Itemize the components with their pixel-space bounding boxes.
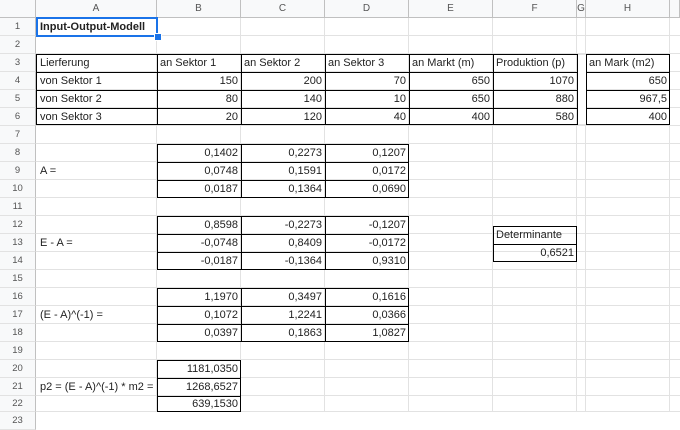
sector-value-e[interactable]: 650 <box>409 90 493 108</box>
matrix_a-cell[interactable]: 0,2273 <box>241 144 325 162</box>
matrix_ea-cell[interactable]: -0,1207 <box>325 216 409 234</box>
header-an-sektor-1[interactable]: an Sektor 1 <box>157 54 241 72</box>
matrix_a-cell[interactable]: 0,0748 <box>157 162 241 180</box>
matrix_ea-cell[interactable]: -0,0172 <box>325 234 409 252</box>
sector-value-f[interactable]: 880 <box>493 90 577 108</box>
matrix_ea-cell[interactable]: -0,0187 <box>157 252 241 270</box>
selected-cell-outline <box>36 17 158 37</box>
matrix_a-cell[interactable]: 0,0187 <box>157 180 241 198</box>
sector-value-c[interactable]: 120 <box>241 108 325 126</box>
header-produktion[interactable]: Produktion (p) <box>493 54 577 72</box>
sector-value-b[interactable]: 20 <box>157 108 241 126</box>
row-header-6[interactable]: 6 <box>0 108 36 126</box>
matrix_ea-cell[interactable]: 0,8598 <box>157 216 241 234</box>
matrix_a-cell[interactable]: 0,0690 <box>325 180 409 198</box>
row-header-17[interactable]: 17 <box>0 306 36 324</box>
matrix_a-cell[interactable]: 0,1364 <box>241 180 325 198</box>
col-header-e[interactable]: E <box>409 0 493 18</box>
matrix-inverse-label[interactable]: (E - A)^(-1) = <box>37 306 157 324</box>
sector-value-e[interactable]: 400 <box>409 108 493 126</box>
matrix_ea-cell[interactable]: -0,1364 <box>241 252 325 270</box>
p2-value[interactable]: 1181,0350 <box>157 360 241 378</box>
row-header-4[interactable]: 4 <box>0 72 36 90</box>
matrix-e-minus-a-label[interactable]: E - A = <box>37 234 157 252</box>
row-header-3[interactable]: 3 <box>0 54 36 72</box>
header-an-markt[interactable]: an Markt (m) <box>409 54 493 72</box>
sector-value-c[interactable]: 140 <box>241 90 325 108</box>
matrix-a-label[interactable]: A = <box>37 162 157 180</box>
matrix_ea-cell[interactable]: -0,2273 <box>241 216 325 234</box>
matrix_inv-cell[interactable]: 1,0827 <box>325 324 409 342</box>
col-header-g[interactable]: G <box>577 0 586 18</box>
row-header-20[interactable]: 20 <box>0 360 36 378</box>
sector-label[interactable]: von Sektor 2 <box>37 90 157 108</box>
matrix_inv-cell[interactable]: 0,1072 <box>157 306 241 324</box>
row-header-16[interactable]: 16 <box>0 288 36 306</box>
row-header-2[interactable]: 2 <box>0 36 36 54</box>
row-header-11[interactable]: 11 <box>0 198 36 216</box>
sector-value-d[interactable]: 10 <box>325 90 409 108</box>
col-header-d[interactable]: D <box>325 0 409 18</box>
matrix_inv-cell[interactable]: 0,0397 <box>157 324 241 342</box>
matrix_inv-cell[interactable]: 1,2241 <box>241 306 325 324</box>
row-header-12[interactable]: 12 <box>0 216 36 234</box>
sector-value-h[interactable]: 650 <box>586 72 670 90</box>
sector-value-b[interactable]: 80 <box>157 90 241 108</box>
row-header-10[interactable]: 10 <box>0 180 36 198</box>
select-all-corner[interactable] <box>0 0 36 18</box>
row-header-5[interactable]: 5 <box>0 90 36 108</box>
sector-value-b[interactable]: 150 <box>157 72 241 90</box>
p2-value[interactable]: 639,1530 <box>157 396 241 412</box>
sector-label[interactable]: von Sektor 3 <box>37 108 157 126</box>
matrix_inv-cell[interactable]: 0,3497 <box>241 288 325 306</box>
col-header-a[interactable]: A <box>36 0 157 18</box>
matrix_a-cell[interactable]: 0,1207 <box>325 144 409 162</box>
sector-value-d[interactable]: 40 <box>325 108 409 126</box>
matrix_ea-cell[interactable]: 0,8409 <box>241 234 325 252</box>
matrix_a-cell[interactable]: 0,1591 <box>241 162 325 180</box>
matrix_inv-cell[interactable]: 0,1616 <box>325 288 409 306</box>
matrix_ea-cell[interactable]: 0,9310 <box>325 252 409 270</box>
header-an-sektor-3[interactable]: an Sektor 3 <box>325 54 409 72</box>
sector-value-c[interactable]: 200 <box>241 72 325 90</box>
sector-value-h[interactable]: 400 <box>586 108 670 126</box>
sector-value-h[interactable]: 967,5 <box>586 90 670 108</box>
col-header-f[interactable]: F <box>493 0 577 18</box>
row-header-7[interactable]: 7 <box>0 126 36 144</box>
matrix_inv-cell[interactable]: 1,1970 <box>157 288 241 306</box>
col-header-b[interactable]: B <box>157 0 241 18</box>
p2-label[interactable]: p2 = (E - A)^(-1) * m2 = <box>37 378 157 396</box>
matrix_a-cell[interactable]: 0,0172 <box>325 162 409 180</box>
sector-label[interactable]: von Sektor 1 <box>37 72 157 90</box>
row-header-19[interactable]: 19 <box>0 342 36 360</box>
row-header-14[interactable]: 14 <box>0 252 36 270</box>
row-header-21[interactable]: 21 <box>0 378 36 396</box>
sector-value-f[interactable]: 580 <box>493 108 577 126</box>
row-header-18[interactable]: 18 <box>0 324 36 342</box>
matrix_ea-cell[interactable]: -0,0748 <box>157 234 241 252</box>
row-header-1[interactable]: 1 <box>0 18 36 36</box>
col-header-h[interactable]: H <box>586 0 670 18</box>
header-an-mark-m2[interactable]: an Mark (m2) <box>586 54 670 72</box>
matrix_inv-cell[interactable]: 0,0366 <box>325 306 409 324</box>
row-header-8[interactable]: 8 <box>0 144 36 162</box>
matrix_a-cell[interactable]: 0,1402 <box>157 144 241 162</box>
p2-value[interactable]: 1268,6527 <box>157 378 241 396</box>
col-header-c[interactable]: C <box>241 0 325 18</box>
row-header-13[interactable]: 13 <box>0 234 36 252</box>
sector-value-e[interactable]: 650 <box>409 72 493 90</box>
row-header-22[interactable]: 22 <box>0 396 36 412</box>
sector-value-d[interactable]: 70 <box>325 72 409 90</box>
header-an-sektor-2[interactable]: an Sektor 2 <box>241 54 325 72</box>
determinant-value[interactable]: 0,6521 <box>493 245 577 262</box>
col-header-extra <box>670 0 680 18</box>
header-lierferung[interactable]: Lierferung <box>37 54 157 72</box>
sector-value-f[interactable]: 1070 <box>493 72 577 90</box>
row-header-15[interactable]: 15 <box>0 270 36 288</box>
row-header-23[interactable]: 23 <box>0 412 36 430</box>
row-header-9[interactable]: 9 <box>0 162 36 180</box>
determinant-label[interactable]: Determinante <box>493 227 577 244</box>
matrix_inv-cell[interactable]: 0,1863 <box>241 324 325 342</box>
fill-handle[interactable] <box>154 33 162 41</box>
